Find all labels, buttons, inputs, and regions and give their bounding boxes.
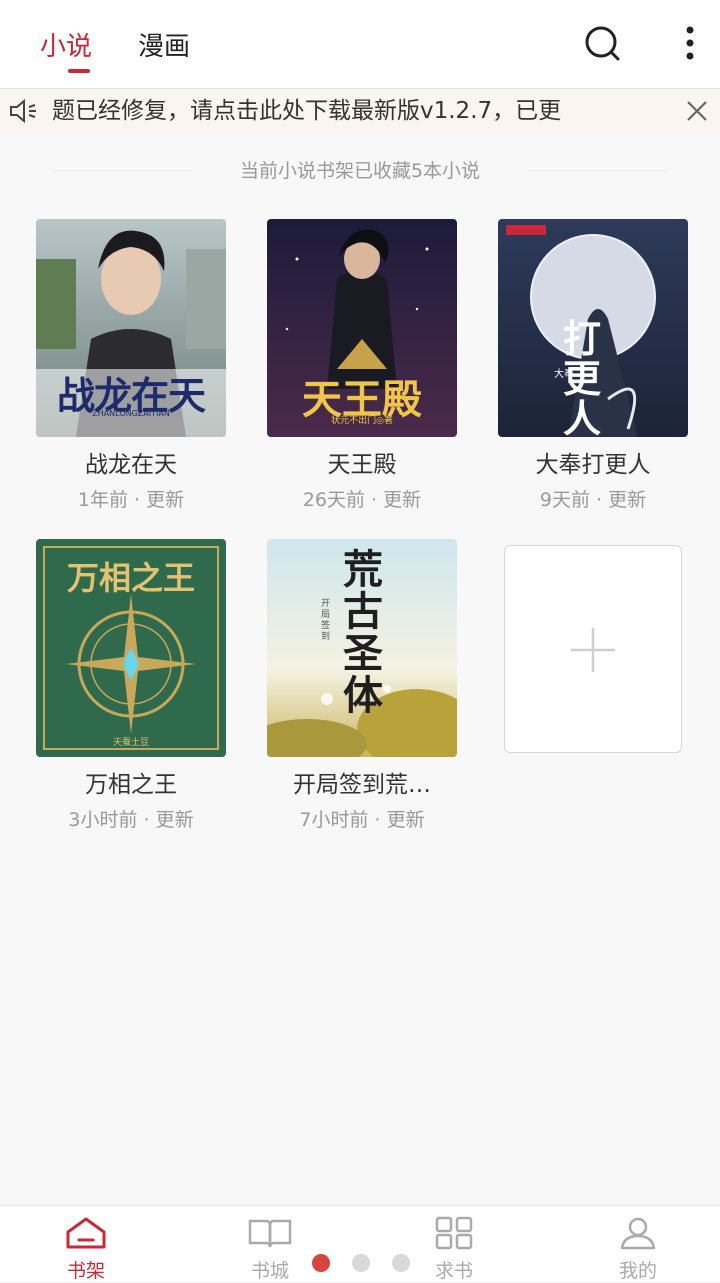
page-dot xyxy=(352,1254,370,1272)
top-bar: 小说 漫画 xyxy=(0,0,720,89)
home-icon xyxy=(66,1217,106,1249)
book-title[interactable]: 大奉打更人 xyxy=(497,445,689,479)
book-title[interactable]: 战龙在天 xyxy=(35,445,227,479)
cover-subtitle: 开局签到 xyxy=(321,599,331,642)
book-card[interactable]: 打更人 大奉 大奉打更人 9天前 · 更新 xyxy=(497,219,689,512)
search-icon[interactable] xyxy=(580,22,624,66)
book-cover[interactable]: 荒古圣体 开局签到 xyxy=(267,539,457,757)
cover-subtitle: 天蚕土豆 xyxy=(112,738,149,748)
nav-label: 书城 xyxy=(250,1260,289,1282)
book-card[interactable]: 战龙在天 ZHANLONGZAITIAN 战龙在天 1年前 · 更新 xyxy=(35,219,227,512)
book-card[interactable]: 万相之王 天蚕土豆 万相之王 3小时前 · 更新 xyxy=(35,539,227,832)
book-title[interactable]: 天王殿 xyxy=(266,445,458,479)
book-update-time: 3小时前 · 更新 xyxy=(68,809,194,831)
grid-icon xyxy=(435,1216,473,1250)
nav-label: 书架 xyxy=(66,1260,105,1282)
user-icon xyxy=(620,1217,656,1250)
book-icon xyxy=(248,1219,292,1248)
cover-title: 万相之王 xyxy=(66,559,195,597)
nav-item-bookstore[interactable]: 书城 xyxy=(220,1216,320,1283)
cover-subtitle: ZHANLONGZAITIAN xyxy=(92,409,170,418)
book-card[interactable]: 天王殿 状元不出门◎著 天王殿 26天前 · 更新 xyxy=(266,219,458,512)
active-tab-indicator xyxy=(68,69,90,73)
page-indicator xyxy=(312,1254,422,1272)
book-cover[interactable]: 天王殿 状元不出门◎著 xyxy=(267,219,457,437)
more-vertical-icon[interactable] xyxy=(668,22,712,66)
book-cover[interactable]: 战龙在天 ZHANLONGZAITIAN xyxy=(36,219,226,437)
nav-label: 我的 xyxy=(618,1260,657,1282)
nav-item-profile[interactable]: 我的 xyxy=(588,1216,688,1283)
book-update-time: 7小时前 · 更新 xyxy=(299,809,425,831)
book-title[interactable]: 万相之王 xyxy=(35,765,227,799)
nav-item-request-book[interactable]: 求书 xyxy=(404,1216,504,1283)
book-update-time: 9天前 · 更新 xyxy=(539,489,647,511)
cover-title: 荒古圣体 xyxy=(343,547,383,719)
speaker-icon xyxy=(8,98,38,128)
book-update-time: 26天前 · 更新 xyxy=(302,489,422,511)
close-icon[interactable] xyxy=(684,98,710,128)
book-cover[interactable]: 打更人 大奉 xyxy=(498,219,688,437)
add-book-button[interactable] xyxy=(504,545,682,753)
book-cover[interactable]: 万相之王 天蚕土豆 xyxy=(36,539,226,757)
summary-divider-right xyxy=(528,170,668,171)
nav-item-bookshelf[interactable]: 书架 xyxy=(36,1216,136,1283)
plus-icon xyxy=(569,626,617,678)
page-dot-active xyxy=(312,1254,330,1272)
book-card[interactable]: 荒古圣体 开局签到 开局签到荒… 7小时前 · 更新 xyxy=(266,539,458,832)
page-dot xyxy=(392,1254,410,1272)
book-title[interactable]: 开局签到荒… xyxy=(266,765,458,799)
cover-subtitle: 状元不出门◎著 xyxy=(331,416,393,426)
notice-bar[interactable]: 题已经修复，请点击此处下载最新版v1.2.7，已更 xyxy=(0,89,720,133)
cover-subtitle: 大奉 xyxy=(554,369,574,380)
tab-comic[interactable]: 漫画 xyxy=(138,26,190,63)
book-update-time: 1年前 · 更新 xyxy=(77,489,185,511)
tab-novel[interactable]: 小说 xyxy=(40,26,92,63)
notice-text[interactable]: 题已经修复，请点击此处下载最新版v1.2.7，已更 xyxy=(52,95,678,127)
